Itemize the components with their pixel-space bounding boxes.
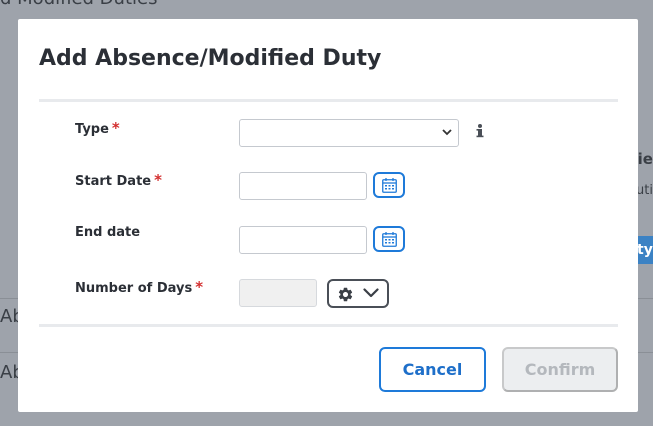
dialog-title: Add Absence/Modified Duty bbox=[39, 46, 382, 71]
start-date-label-text: Start Date bbox=[75, 174, 152, 189]
start-date-input[interactable] bbox=[239, 172, 367, 200]
cancel-button[interactable]: Cancel bbox=[379, 347, 486, 392]
type-label-text: Type bbox=[75, 122, 109, 137]
end-date-calendar-button[interactable] bbox=[373, 226, 405, 252]
required-marker: * bbox=[195, 278, 204, 296]
start-date-label: Start Date * bbox=[75, 171, 162, 189]
number-of-days-label-text: Number of Days bbox=[75, 281, 193, 296]
type-label: Type * bbox=[75, 119, 120, 137]
background-button-right: ty bbox=[637, 236, 653, 264]
confirm-button[interactable]: Confirm bbox=[502, 347, 618, 392]
type-select[interactable] bbox=[239, 119, 459, 147]
end-date-label-text: End date bbox=[75, 225, 141, 240]
info-icon[interactable] bbox=[474, 123, 486, 139]
background-text-right-2: uti bbox=[636, 183, 653, 198]
number-of-days-input bbox=[239, 279, 317, 307]
gear-icon bbox=[338, 287, 353, 302]
required-marker: * bbox=[111, 119, 120, 137]
add-absence-dialog: Add Absence/Modified Duty Type * Start Da… bbox=[18, 19, 638, 412]
footer-divider bbox=[39, 324, 618, 327]
calendar-icon bbox=[382, 178, 397, 193]
days-options-button[interactable] bbox=[327, 279, 389, 308]
required-marker: * bbox=[154, 171, 162, 189]
end-date-label: End date bbox=[75, 225, 140, 240]
header-divider bbox=[39, 99, 618, 102]
end-date-input[interactable] bbox=[239, 226, 367, 254]
number-of-days-label: Number of Days * bbox=[75, 278, 203, 296]
calendar-icon bbox=[382, 232, 397, 247]
chevron-down-icon bbox=[442, 129, 452, 136]
background-heading: d Modified Duties bbox=[0, 0, 157, 9]
chevron-down-icon bbox=[363, 288, 379, 298]
start-date-calendar-button[interactable] bbox=[373, 172, 405, 198]
